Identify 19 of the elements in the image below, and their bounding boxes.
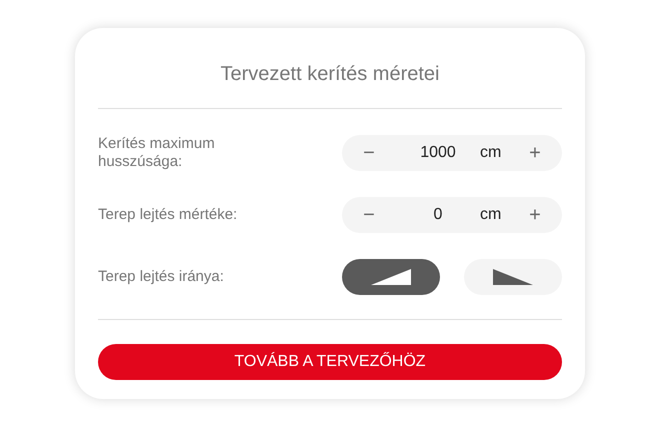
- slope-direction-button[interactable]: [342, 259, 440, 295]
- field-label: Terep lejtés mértéke:: [98, 206, 238, 224]
- unit-label: cm: [480, 205, 502, 225]
- slope-direction-button[interactable]: [464, 259, 562, 295]
- rising-slope-icon: [371, 269, 411, 285]
- field-label: Kerítés maximum husszúsága:: [98, 135, 216, 171]
- falling-slope-icon: [493, 269, 533, 285]
- decrement-button[interactable]: −: [362, 200, 376, 230]
- field-label: Terep lejtés iránya:: [98, 266, 224, 287]
- increment-button[interactable]: +: [528, 138, 542, 168]
- stepper-value: 1000: [419, 143, 457, 163]
- number-stepper[interactable]: − 1000 cm +: [342, 135, 562, 171]
- continue-button[interactable]: TOVÁBB A TERVEZŐHÖZ: [98, 344, 562, 380]
- decrement-button[interactable]: −: [362, 138, 376, 168]
- card-title: Tervezett kerítés méretei: [220, 62, 440, 87]
- number-stepper[interactable]: − 0 cm +: [342, 197, 562, 233]
- increment-button[interactable]: +: [528, 200, 542, 230]
- stepper-value: 0: [432, 205, 444, 225]
- unit-label: cm: [480, 143, 502, 163]
